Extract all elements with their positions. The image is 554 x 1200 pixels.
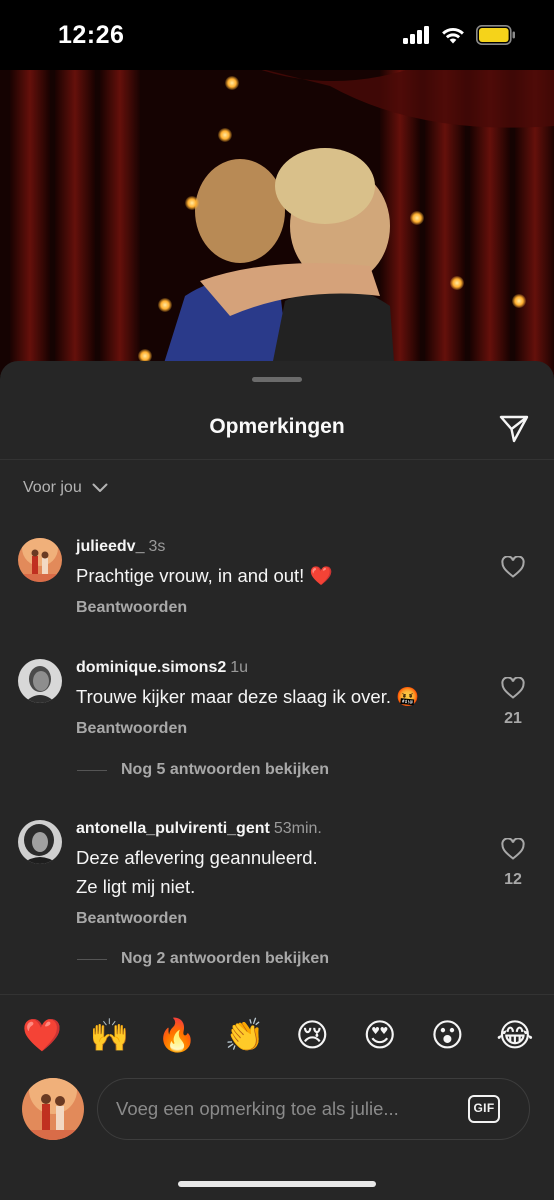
like-button[interactable]	[498, 555, 528, 583]
chevron-down-icon	[92, 483, 108, 492]
reply-button[interactable]: Beantwoorden	[76, 599, 484, 617]
emoji-surprised[interactable]: 😮	[427, 1015, 467, 1055]
like-count: 12	[504, 871, 522, 888]
view-replies-label: Nog 5 antwoorden bekijken	[121, 761, 330, 778]
heart-outline-icon	[501, 676, 525, 699]
emoji-clap[interactable]: 👏	[225, 1015, 265, 1055]
sheet-grabber[interactable]	[252, 377, 302, 382]
comment-username[interactable]: dominique.simons2	[76, 659, 226, 676]
view-replies-link[interactable]: Nog 5 antwoorden bekijken	[77, 761, 329, 779]
comment-composer: GIF	[0, 1077, 554, 1143]
sort-label: Voor jou	[23, 479, 82, 496]
emoji-raised-hands[interactable]: 🙌	[90, 1015, 130, 1055]
heart-outline-icon	[501, 837, 525, 860]
video-preview[interactable]	[0, 66, 554, 376]
sort-dropdown[interactable]: Voor jou	[23, 479, 108, 497]
comment-username[interactable]: julieedv_	[76, 538, 144, 555]
emoji-quick-bar: ❤️ 🙌 🔥 👏 😢 😍 😮 😂	[0, 1015, 554, 1055]
avatar[interactable]	[18, 820, 62, 864]
comments-sheet: Opmerkingen Voor jou julieedv_ 3s Pracht…	[0, 361, 554, 1200]
avatar[interactable]	[18, 538, 62, 582]
comment-timestamp: 1u	[230, 659, 249, 676]
view-replies-label: Nog 2 antwoorden bekijken	[121, 950, 330, 967]
comment-text: Trouwe kijker maar deze slaag ik over. 🤬	[76, 686, 420, 707]
gif-button[interactable]: GIF	[468, 1095, 500, 1123]
comment-input[interactable]	[116, 1079, 456, 1139]
comment-timestamp: 53min.	[273, 820, 322, 837]
emoji-fire[interactable]: 🔥	[157, 1015, 197, 1055]
comment-input-wrapper: GIF	[97, 1078, 530, 1140]
emoji-crying[interactable]: 😢	[292, 1015, 332, 1055]
comment-username[interactable]: antonella_pulvirenti_gent	[76, 820, 270, 837]
reply-button[interactable]: Beantwoorden	[76, 720, 484, 738]
home-indicator	[178, 1181, 376, 1187]
my-avatar[interactable]	[22, 1078, 84, 1140]
paper-plane-icon[interactable]	[498, 413, 530, 445]
like-count: 21	[504, 710, 522, 727]
emoji-heart[interactable]: ❤️	[22, 1015, 62, 1055]
heart-outline-icon	[501, 555, 525, 578]
battery-icon	[476, 25, 515, 45]
comment-text: Deze aflevering geannuleerd. Ze ligt mij…	[76, 843, 484, 901]
comment-text-line: Ze ligt mij niet.	[76, 876, 196, 897]
comment-text: Prachtige vrouw, in and out! ❤️	[76, 565, 333, 586]
status-time: 12:26	[58, 20, 125, 49]
comment-text-line: Deze aflevering geannuleerd.	[76, 847, 318, 868]
emoji-heart-eyes[interactable]: 😍	[360, 1015, 400, 1055]
replies-divider-line	[77, 769, 107, 771]
stage-curtain-image	[0, 66, 554, 376]
status-icons	[403, 25, 516, 45]
reply-button[interactable]: Beantwoorden	[76, 910, 484, 928]
emoji-laughing[interactable]: 😂	[495, 1015, 535, 1055]
comment-timestamp: 3s	[148, 538, 166, 555]
avatar[interactable]	[18, 659, 62, 703]
like-button[interactable]: 12	[498, 837, 528, 889]
wifi-icon	[442, 27, 464, 44]
replies-divider-line	[77, 958, 107, 960]
cellular-signal-icon	[403, 26, 429, 44]
composer-divider	[0, 994, 554, 995]
sheet-title: Opmerkingen	[209, 415, 345, 438]
header-divider	[0, 459, 554, 460]
like-button[interactable]: 21	[498, 676, 528, 728]
status-bar: 12:26	[0, 0, 554, 70]
view-replies-link[interactable]: Nog 2 antwoorden bekijken	[77, 950, 329, 968]
